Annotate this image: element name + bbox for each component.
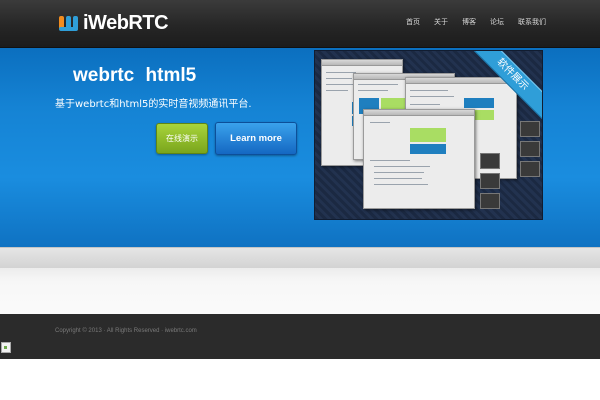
online-demo-button[interactable]: 在线演示	[156, 123, 208, 154]
divider-band	[0, 247, 600, 269]
logo-text: iWebRTC	[83, 11, 169, 34]
site-logo[interactable]: iWebRTC	[58, 10, 169, 36]
thumbnail	[480, 173, 500, 189]
main-nav: 首页 关于 博客 论坛 联系我们	[399, 17, 600, 27]
thumbnail	[520, 161, 540, 177]
nav-item-home[interactable]: 首页	[399, 17, 427, 27]
thumbnail	[480, 193, 500, 209]
learn-more-button[interactable]: Learn more	[215, 122, 297, 155]
thumbnail	[480, 153, 500, 169]
nav-item-contact[interactable]: 联系我们	[511, 17, 600, 27]
hero-subtitle: 基于webrtc和html5的实时音视频通讯平台.	[55, 99, 252, 110]
copyright-text: Copyright © 2013 · All Rights Reserved ·…	[55, 328, 197, 334]
hero-title: webrtc html5	[73, 65, 197, 86]
top-navigation-bar: iWebRTC 首页 关于 博客 论坛 联系我们	[0, 0, 600, 48]
screenshot-window	[363, 109, 475, 209]
nav-item-forum[interactable]: 论坛	[483, 17, 511, 27]
footer: Copyright © 2013 · All Rights Reserved ·…	[0, 314, 600, 359]
thumbnail	[520, 141, 540, 157]
nav-item-blog[interactable]: 博客	[455, 17, 483, 27]
logo-icon	[58, 12, 80, 34]
broken-image-icon	[1, 342, 11, 353]
content-area	[0, 268, 600, 314]
hero-section: webrtc html5 基于webrtc和html5的实时音视频通讯平台. 在…	[0, 48, 600, 247]
software-screenshot[interactable]: 软件展示	[314, 50, 543, 220]
nav-item-about[interactable]: 关于	[427, 17, 455, 27]
thumbnail	[520, 121, 540, 137]
